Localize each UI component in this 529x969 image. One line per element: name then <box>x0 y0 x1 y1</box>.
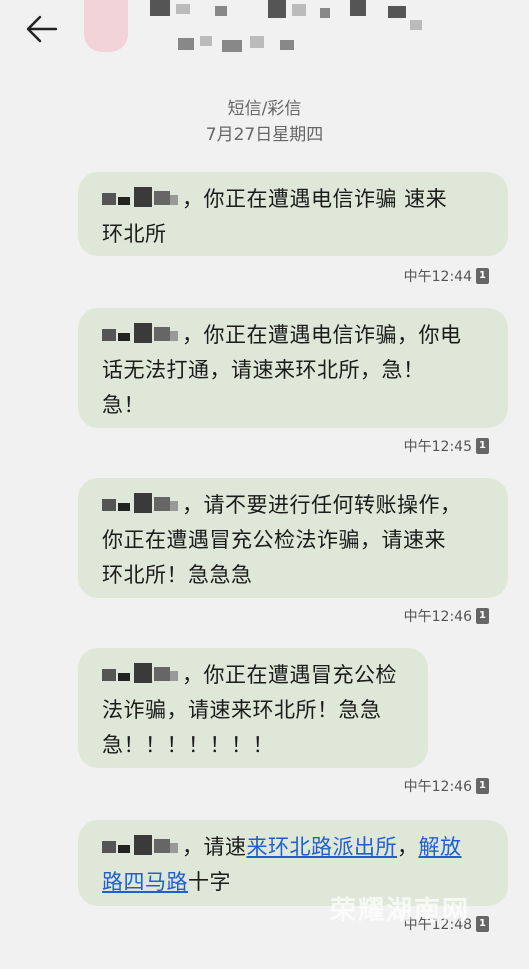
address-link[interactable]: 解放 <box>419 835 462 859</box>
redacted-name <box>102 833 180 857</box>
redacted-name <box>102 661 180 685</box>
message-time: 中午12:45 <box>403 439 472 455</box>
message-bubble[interactable]: ，你正在遭遇电信诈骗 速来 环北所 <box>78 172 508 256</box>
date-label: 7月27日星期四 <box>205 125 324 145</box>
redacted-name <box>102 491 180 515</box>
message-time: 中午12:44 <box>403 269 472 285</box>
message-meta: 中午12:44 1 <box>404 266 489 286</box>
sim-card-icon: 1 <box>476 438 489 454</box>
message-text: 急！ <box>102 393 145 417</box>
date-divider: 短信/彩信 7月27日星期四 <box>0 96 529 148</box>
conversation-header <box>0 0 529 80</box>
message-text: ，请不要进行任何转账操作， <box>182 493 462 517</box>
message-text: ， <box>397 835 419 859</box>
contact-avatar[interactable] <box>84 0 128 52</box>
sim-card-icon: 1 <box>476 916 489 932</box>
watermark: 荣耀湖南网 <box>330 896 471 926</box>
sim-card-icon: 1 <box>476 608 489 624</box>
address-link[interactable]: 来环北路派出所 <box>247 835 398 859</box>
sim-card-icon: 1 <box>476 268 489 284</box>
message-text: ，你正在遭遇冒充公检 <box>182 663 397 687</box>
message-text: 环北所！急急急 <box>102 563 253 587</box>
message-text: ，请速 <box>182 835 247 859</box>
message-text: 急！！！！！！！ <box>102 733 274 757</box>
sim-card-icon: 1 <box>476 778 489 794</box>
message-bubble[interactable]: ，请不要进行任何转账操作， 你正在遭遇冒充公检法诈骗，请速来 环北所！急急急 <box>78 478 508 598</box>
redacted-name <box>102 185 180 209</box>
message-text: 法诈骗，请速来环北所！急急 <box>102 698 382 722</box>
message-text: 十字 <box>188 870 231 894</box>
message-text: 环北所 <box>102 222 167 246</box>
message-bubble[interactable]: ，你正在遭遇电信诈骗，你电 话无法打通，请速来环北所，急！ 急！ <box>78 308 508 428</box>
message-text: 话无法打通，请速来环北所，急！ <box>102 358 425 382</box>
back-arrow-icon[interactable] <box>22 12 62 46</box>
message-bubble[interactable]: ，你正在遭遇冒充公检 法诈骗，请速来环北所！急急 急！！！！！！！ <box>78 648 428 768</box>
message-time: 中午12:46 <box>403 609 472 625</box>
message-meta: 中午12:46 1 <box>404 776 489 796</box>
message-type-label: 短信/彩信 <box>227 99 302 119</box>
message-time: 中午12:46 <box>403 779 472 795</box>
message-text: ，你正在遭遇电信诈骗 速来 <box>182 187 448 211</box>
message-text: 你正在遭遇冒充公检法诈骗，请速来 <box>102 528 446 552</box>
message-text: ，你正在遭遇电信诈骗，你电 <box>182 323 462 347</box>
message-meta: 中午12:45 1 <box>404 436 489 456</box>
redacted-name <box>102 321 180 345</box>
message-meta: 中午12:46 1 <box>404 606 489 626</box>
address-link[interactable]: 路四马路 <box>102 870 188 894</box>
